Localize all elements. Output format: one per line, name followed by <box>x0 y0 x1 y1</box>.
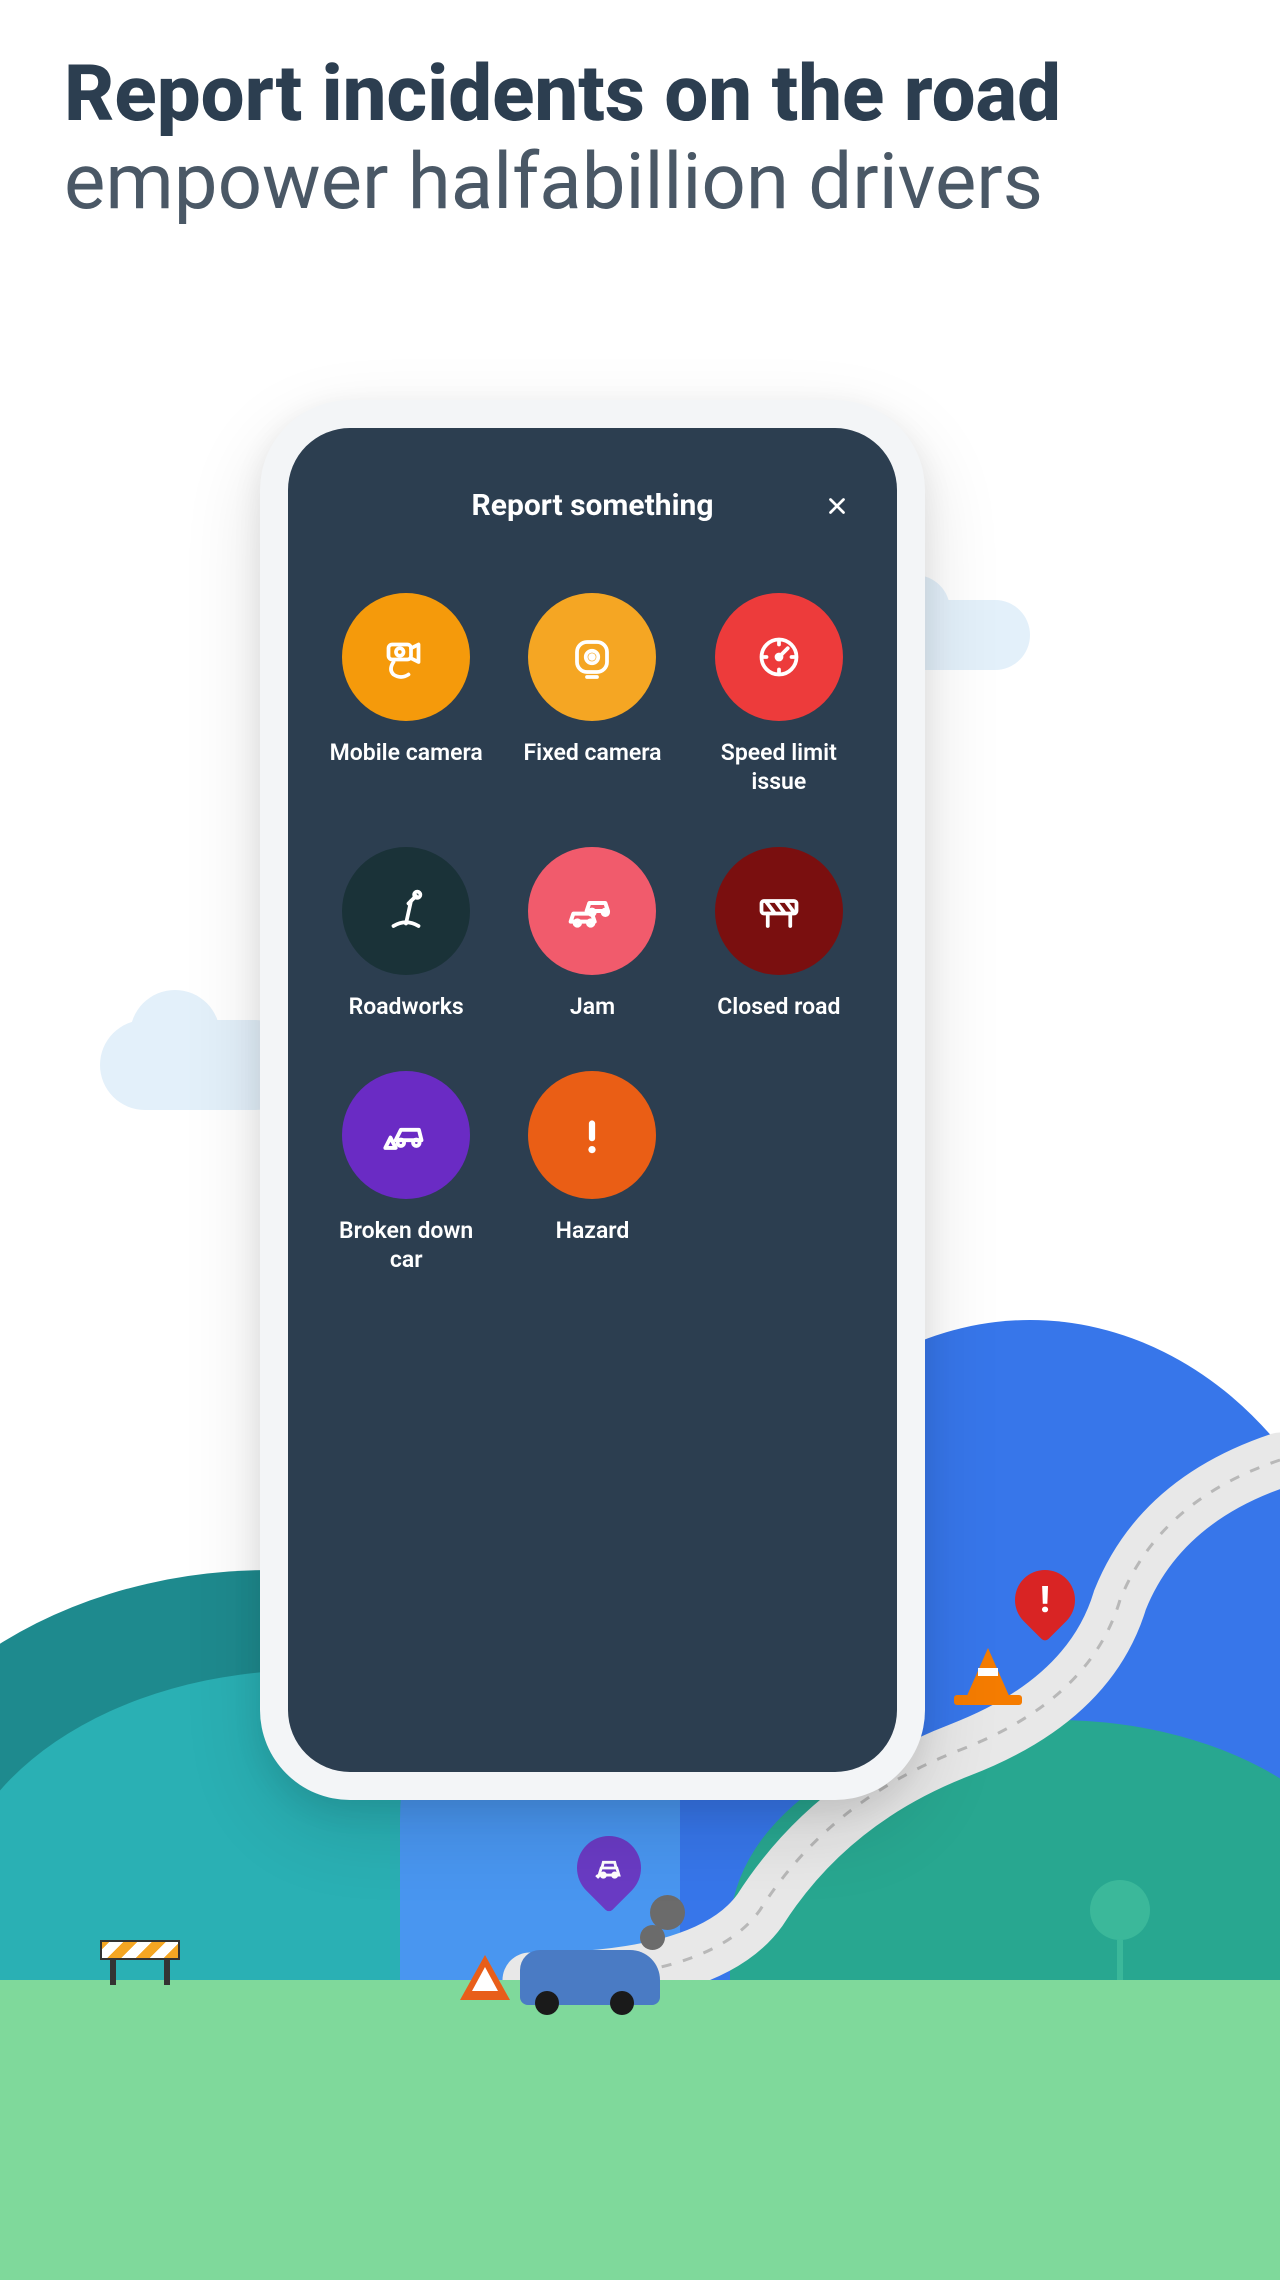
report-item-label: Roadworks <box>349 993 464 1022</box>
headline-bold: Report incidents on the road <box>64 52 1216 138</box>
report-fixed-camera[interactable]: Fixed camera <box>504 593 680 797</box>
report-roadworks[interactable]: Roadworks <box>318 847 494 1022</box>
ground-decoration <box>0 1980 1280 2280</box>
warning-triangle-icon <box>460 1955 510 2000</box>
roadblock-icon <box>100 1940 180 1990</box>
report-item-label: Speed limit issue <box>694 739 864 797</box>
report-item-label: Jam <box>570 993 615 1022</box>
phone-frame: Report something Mobile camera <box>260 400 925 1800</box>
phone-screen: Report something Mobile camera <box>288 428 897 1772</box>
report-item-label: Fixed camera <box>523 739 661 768</box>
report-item-label: Mobile camera <box>330 739 483 768</box>
roadworks-icon <box>342 847 470 975</box>
broken-car-icon <box>342 1071 470 1199</box>
cone-icon <box>966 1648 1010 1698</box>
report-item-label: Broken down car <box>321 1217 491 1275</box>
report-item-label: Closed road <box>717 993 840 1022</box>
report-speed-limit[interactable]: Speed limit issue <box>691 593 867 797</box>
report-hazard[interactable]: Hazard <box>504 1071 680 1275</box>
car-icon <box>520 1950 660 2005</box>
speed-limit-icon <box>715 593 843 721</box>
report-grid: Mobile camera Fixed camera <box>318 593 867 1275</box>
report-jam[interactable]: Jam <box>504 847 680 1022</box>
tree-icon <box>1090 1880 1150 1980</box>
report-closed-road[interactable]: Closed road <box>691 847 867 1022</box>
fixed-camera-icon <box>528 593 656 721</box>
mobile-camera-icon <box>342 593 470 721</box>
screen-title: Report something <box>472 488 714 523</box>
close-button[interactable] <box>817 486 857 526</box>
jam-icon <box>528 847 656 975</box>
smoke-icon <box>640 1890 680 1950</box>
screen-header: Report something <box>318 488 867 523</box>
hazard-icon <box>528 1071 656 1199</box>
close-icon <box>824 493 850 519</box>
report-mobile-camera[interactable]: Mobile camera <box>318 593 494 797</box>
report-item-label: Hazard <box>556 1217 630 1246</box>
headline: Report incidents on the road empower hal… <box>64 52 1216 227</box>
closed-road-icon <box>715 847 843 975</box>
report-broken-down-car[interactable]: Broken down car <box>318 1071 494 1275</box>
headline-light: empower halfabillion drivers <box>64 138 1216 228</box>
